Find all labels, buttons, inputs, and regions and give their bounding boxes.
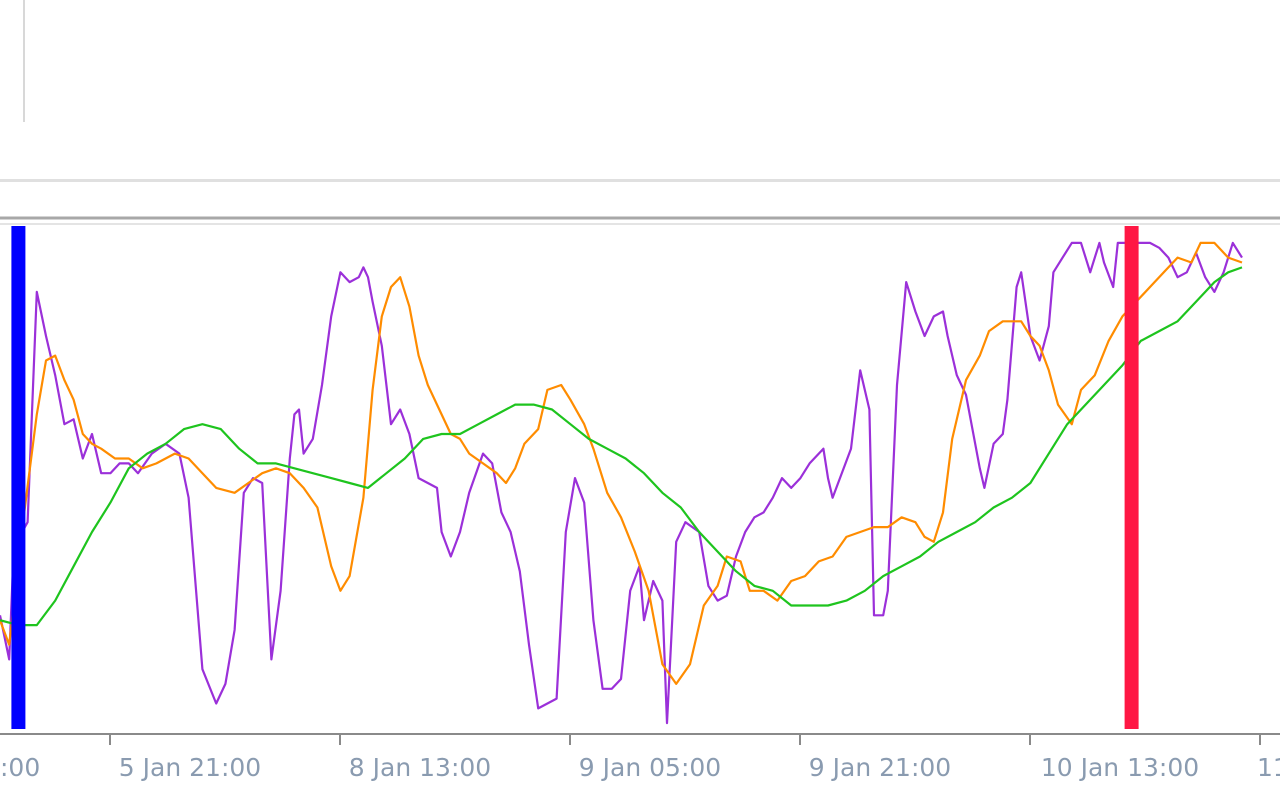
indicator-chart: :00 5 Jan 21:00 8 Jan 13:00 9 Jan 05:00 9 Ja… bbox=[0, 216, 1280, 782]
x-tick-label-0: :00 bbox=[0, 753, 40, 782]
x-tick-label-4: 9 Jan 21:00 bbox=[809, 753, 951, 782]
x-tick-label-1: 5 Jan 21:00 bbox=[119, 753, 261, 782]
x-tick-label-5: 10 Jan 13:00 bbox=[1041, 753, 1199, 782]
vertical-marker-2 bbox=[1124, 226, 1139, 729]
series-layer bbox=[0, 241, 1243, 725]
x-tick-label-6: 11 bbox=[1257, 753, 1280, 782]
series-line-2 bbox=[0, 241, 1243, 686]
x-axis-tick-labels: :00 5 Jan 21:00 8 Jan 13:00 9 Jan 05:00 9 Ja… bbox=[0, 753, 1280, 782]
series-line-3 bbox=[0, 266, 1243, 627]
vertical-marker-1 bbox=[11, 226, 26, 729]
x-axis-ticks bbox=[109, 734, 1261, 745]
x-tick-label-2: 8 Jan 13:00 bbox=[349, 753, 491, 782]
x-tick-label-3: 9 Jan 05:00 bbox=[579, 753, 721, 782]
series-line-1 bbox=[0, 241, 1243, 725]
